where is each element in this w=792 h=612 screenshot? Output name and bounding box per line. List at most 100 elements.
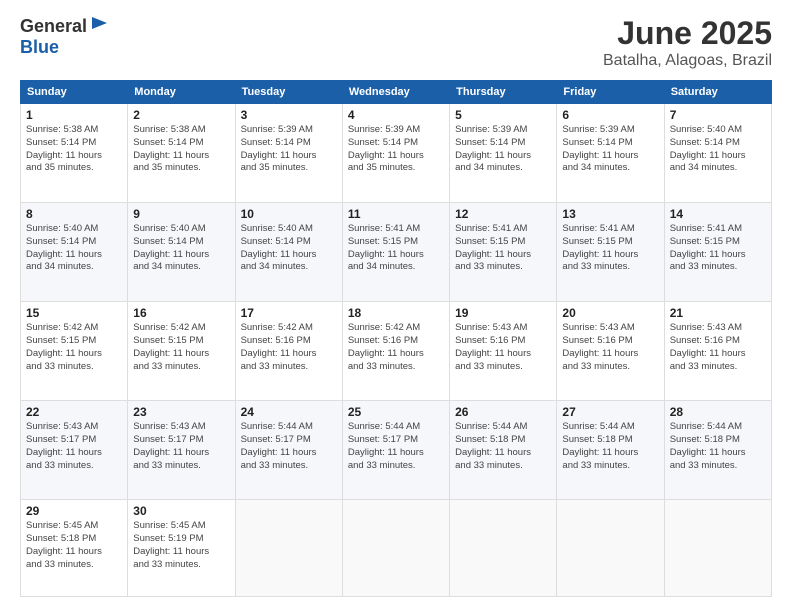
day-number: 8 (26, 207, 122, 221)
day-info: Sunrise: 5:42 AM Sunset: 5:16 PM Dayligh… (241, 322, 337, 373)
calendar-cell: 2 Sunrise: 5:38 AM Sunset: 5:14 PM Daylig… (128, 104, 235, 203)
logo: General Blue (20, 15, 109, 58)
day-number: 27 (562, 405, 658, 419)
calendar-cell: 14 Sunrise: 5:41 AM Sunset: 5:15 PM Dayli… (664, 203, 771, 302)
day-number: 19 (455, 306, 551, 320)
calendar-cell: 5Sunrise: 5:39 AM Sunset: 5:14 PM Daylig… (450, 104, 557, 203)
day-number: 11 (348, 207, 444, 221)
calendar-cell: 27 Sunrise: 5:44 AM Sunset: 5:18 PM Dayli… (557, 401, 664, 500)
calendar-cell: 7 Sunrise: 5:40 AM Sunset: 5:14 PM Daylig… (664, 104, 771, 203)
col-header-thursday: Thursday (450, 81, 557, 104)
calendar-cell: 18 Sunrise: 5:42 AM Sunset: 5:16 PM Dayli… (342, 302, 449, 401)
day-number: 26 (455, 405, 551, 419)
day-number: 16 (133, 306, 229, 320)
header: General Blue June 2025 Batalha, Alagoas,… (20, 15, 772, 70)
logo-general: General (20, 16, 87, 37)
day-info: Sunrise: 5:42 AM Sunset: 5:15 PM Dayligh… (133, 322, 229, 373)
calendar-cell: 1 Sunrise: 5:38 AM Sunset: 5:14 PM Daylig… (21, 104, 128, 203)
day-info: Sunrise: 5:40 AM Sunset: 5:14 PM Dayligh… (241, 223, 337, 274)
calendar-cell: 19 Sunrise: 5:43 AM Sunset: 5:16 PM Dayli… (450, 302, 557, 401)
location-title: Batalha, Alagoas, Brazil (603, 52, 772, 70)
day-info: Sunrise: 5:41 AM Sunset: 5:15 PM Dayligh… (348, 223, 444, 274)
calendar-cell (450, 500, 557, 597)
day-info: Sunrise: 5:38 AM Sunset: 5:14 PM Dayligh… (26, 124, 122, 175)
day-number: 28 (670, 405, 766, 419)
calendar-cell: 4 Sunrise: 5:39 AM Sunset: 5:14 PM Daylig… (342, 104, 449, 203)
calendar-cell: 20 Sunrise: 5:43 AM Sunset: 5:16 PM Dayli… (557, 302, 664, 401)
calendar-cell: 16 Sunrise: 5:42 AM Sunset: 5:15 PM Dayli… (128, 302, 235, 401)
day-number: 15 (26, 306, 122, 320)
day-info: Sunrise: 5:43 AM Sunset: 5:16 PM Dayligh… (670, 322, 766, 373)
day-info: Sunrise: 5:41 AM Sunset: 5:15 PM Dayligh… (562, 223, 658, 274)
calendar-cell: 24 Sunrise: 5:44 AM Sunset: 5:17 PM Dayli… (235, 401, 342, 500)
calendar-cell (557, 500, 664, 597)
day-info: Sunrise: 5:43 AM Sunset: 5:16 PM Dayligh… (455, 322, 551, 373)
calendar-cell (235, 500, 342, 597)
day-number: 13 (562, 207, 658, 221)
day-number: 25 (348, 405, 444, 419)
day-info: Sunrise: 5:41 AM Sunset: 5:15 PM Dayligh… (670, 223, 766, 274)
day-info: Sunrise: 5:38 AM Sunset: 5:14 PM Dayligh… (133, 124, 229, 175)
calendar-cell: 23 Sunrise: 5:43 AM Sunset: 5:17 PM Dayli… (128, 401, 235, 500)
day-number: 21 (670, 306, 766, 320)
day-info: Sunrise: 5:44 AM Sunset: 5:18 PM Dayligh… (455, 421, 551, 472)
day-info: Sunrise: 5:45 AM Sunset: 5:18 PM Dayligh… (26, 520, 122, 571)
day-info: Sunrise: 5:44 AM Sunset: 5:18 PM Dayligh… (562, 421, 658, 472)
day-number: 2 (133, 108, 229, 122)
logo-flag-icon (89, 15, 109, 37)
day-info: Sunrise: 5:40 AM Sunset: 5:14 PM Dayligh… (670, 124, 766, 175)
calendar-cell (342, 500, 449, 597)
calendar-cell: 3 Sunrise: 5:39 AM Sunset: 5:14 PM Daylig… (235, 104, 342, 203)
day-number: 14 (670, 207, 766, 221)
col-header-monday: Monday (128, 81, 235, 104)
day-number: 23 (133, 405, 229, 419)
day-number: 1 (26, 108, 122, 122)
page: General Blue June 2025 Batalha, Alagoas,… (0, 0, 792, 612)
day-info: Sunrise: 5:43 AM Sunset: 5:16 PM Dayligh… (562, 322, 658, 373)
day-info: Sunrise: 5:43 AM Sunset: 5:17 PM Dayligh… (26, 421, 122, 472)
day-info: Sunrise: 5:44 AM Sunset: 5:17 PM Dayligh… (241, 421, 337, 472)
day-number: 4 (348, 108, 444, 122)
day-number: 12 (455, 207, 551, 221)
day-number: 20 (562, 306, 658, 320)
calendar-cell: 10 Sunrise: 5:40 AM Sunset: 5:14 PM Dayli… (235, 203, 342, 302)
day-number: 18 (348, 306, 444, 320)
calendar-cell: 28 Sunrise: 5:44 AM Sunset: 5:18 PM Dayli… (664, 401, 771, 500)
col-header-wednesday: Wednesday (342, 81, 449, 104)
day-number: 3 (241, 108, 337, 122)
calendar-cell (664, 500, 771, 597)
calendar-cell: 26 Sunrise: 5:44 AM Sunset: 5:18 PM Dayli… (450, 401, 557, 500)
calendar-cell: 13 Sunrise: 5:41 AM Sunset: 5:15 PM Dayli… (557, 203, 664, 302)
calendar-cell: 8Sunrise: 5:40 AM Sunset: 5:14 PM Daylig… (21, 203, 128, 302)
day-info: Sunrise: 5:39 AM Sunset: 5:14 PM Dayligh… (562, 124, 658, 175)
col-header-sunday: Sunday (21, 81, 128, 104)
day-info: Sunrise: 5:45 AM Sunset: 5:19 PM Dayligh… (133, 520, 229, 571)
calendar-cell: 21 Sunrise: 5:43 AM Sunset: 5:16 PM Dayli… (664, 302, 771, 401)
day-info: Sunrise: 5:42 AM Sunset: 5:16 PM Dayligh… (348, 322, 444, 373)
calendar-cell: 17Sunrise: 5:42 AM Sunset: 5:16 PM Dayli… (235, 302, 342, 401)
day-number: 10 (241, 207, 337, 221)
day-info: Sunrise: 5:39 AM Sunset: 5:14 PM Dayligh… (455, 124, 551, 175)
calendar-cell: 11 Sunrise: 5:41 AM Sunset: 5:15 PM Dayli… (342, 203, 449, 302)
calendar-cell: 6 Sunrise: 5:39 AM Sunset: 5:14 PM Daylig… (557, 104, 664, 203)
day-info: Sunrise: 5:39 AM Sunset: 5:14 PM Dayligh… (241, 124, 337, 175)
day-info: Sunrise: 5:43 AM Sunset: 5:17 PM Dayligh… (133, 421, 229, 472)
calendar-cell: 9 Sunrise: 5:40 AM Sunset: 5:14 PM Daylig… (128, 203, 235, 302)
calendar-cell: 12 Sunrise: 5:41 AM Sunset: 5:15 PM Dayli… (450, 203, 557, 302)
month-title: June 2025 (603, 15, 772, 52)
calendar-table: SundayMondayTuesdayWednesdayThursdayFrid… (20, 80, 772, 597)
day-number: 29 (26, 504, 122, 518)
col-header-saturday: Saturday (664, 81, 771, 104)
day-number: 9 (133, 207, 229, 221)
day-info: Sunrise: 5:42 AM Sunset: 5:15 PM Dayligh… (26, 322, 122, 373)
day-info: Sunrise: 5:40 AM Sunset: 5:14 PM Dayligh… (133, 223, 229, 274)
calendar-cell: 29 Sunrise: 5:45 AM Sunset: 5:18 PM Dayli… (21, 500, 128, 597)
logo-blue: Blue (20, 37, 109, 58)
day-number: 7 (670, 108, 766, 122)
day-number: 6 (562, 108, 658, 122)
calendar-cell: 15 Sunrise: 5:42 AM Sunset: 5:15 PM Dayli… (21, 302, 128, 401)
day-info: Sunrise: 5:44 AM Sunset: 5:18 PM Dayligh… (670, 421, 766, 472)
day-info: Sunrise: 5:41 AM Sunset: 5:15 PM Dayligh… (455, 223, 551, 274)
day-info: Sunrise: 5:39 AM Sunset: 5:14 PM Dayligh… (348, 124, 444, 175)
day-number: 24 (241, 405, 337, 419)
